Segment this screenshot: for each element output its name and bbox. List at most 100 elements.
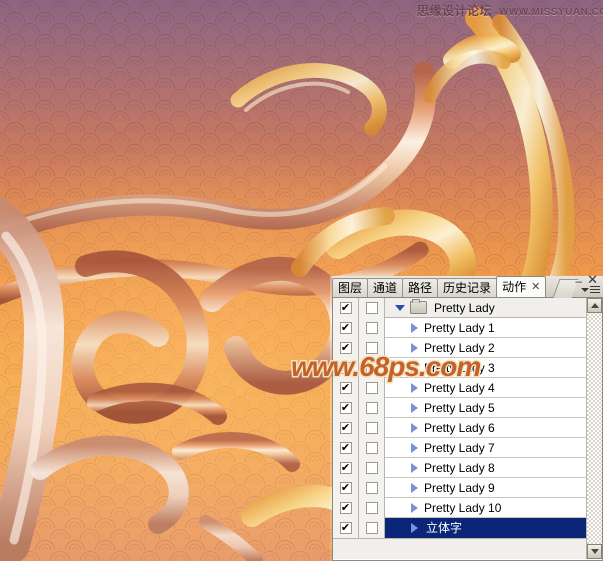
table-row[interactable]: ✔ Pretty Lady 5 — [333, 398, 587, 418]
row-toggle-cell[interactable]: ✔ — [333, 298, 359, 318]
row-dialog-cell[interactable] — [359, 318, 385, 338]
row-name-cell[interactable]: Pretty Lady 7 — [385, 438, 587, 458]
tab-paths[interactable]: 路径 — [402, 278, 439, 297]
row-toggle-cell[interactable]: ✔ — [333, 478, 359, 498]
row-dialog-cell[interactable] — [359, 478, 385, 498]
tab-paths-label: 路径 — [408, 281, 433, 295]
checkbox-toggle[interactable]: ✔ — [339, 482, 352, 494]
table-row[interactable]: ✔ 立体字 — [333, 518, 587, 538]
checkbox-dialog[interactable] — [365, 502, 378, 514]
row-name-cell[interactable]: Pretty Lady 10 — [385, 498, 587, 518]
checkbox-dialog[interactable] — [365, 442, 378, 454]
checkbox-toggle[interactable]: ✔ — [339, 522, 352, 534]
row-label: Pretty Lady 6 — [424, 420, 495, 435]
table-row[interactable]: ✔ Pretty Lady 7 — [333, 438, 587, 458]
row-dialog-cell[interactable] — [359, 418, 385, 438]
table-row[interactable]: ✔ Pretty Lady 8 — [333, 458, 587, 478]
chevron-right-icon[interactable] — [411, 382, 418, 393]
row-label: Pretty Lady 8 — [424, 460, 495, 475]
row-name-cell[interactable]: Pretty Lady 8 — [385, 458, 587, 478]
tab-actions[interactable]: 动作 ✕ — [496, 276, 547, 297]
table-row[interactable]: ✔ Pretty Lady — [333, 298, 587, 318]
checkbox-toggle[interactable]: ✔ — [339, 302, 352, 314]
checkbox-dialog[interactable] — [365, 302, 378, 314]
watermark-top-url: WWW.MISSYUAN.COM — [499, 7, 603, 18]
row-dialog-cell[interactable] — [359, 458, 385, 478]
screenshot-root: 思缘设计论坛 WWW.MISSYUAN.COM www.68ps.com 图层 通… — [0, 0, 603, 561]
row-toggle-cell[interactable]: ✔ — [333, 418, 359, 438]
row-toggle-cell[interactable]: ✔ — [333, 318, 359, 338]
chevron-right-icon[interactable] — [411, 442, 418, 453]
chevron-right-icon[interactable] — [411, 402, 418, 413]
checkbox-toggle[interactable]: ✔ — [339, 502, 352, 514]
actions-panel: 图层 通道 路径 历史记录 动作 ✕ – ✕ ✔ Pretty Lady ✔ P… — [330, 273, 603, 561]
checkbox-dialog[interactable] — [365, 402, 378, 414]
tab-layers[interactable]: 图层 — [332, 278, 369, 297]
row-name-cell[interactable]: Pretty Lady 1 — [385, 318, 587, 338]
row-name-cell[interactable]: Pretty Lady — [385, 298, 587, 318]
checkbox-toggle[interactable]: ✔ — [339, 322, 352, 334]
tab-actions-label: 动作 — [502, 280, 527, 294]
checkbox-dialog[interactable] — [365, 482, 378, 494]
watermark-top: 思缘设计论坛 WWW.MISSYUAN.COM — [417, 2, 603, 19]
row-label: Pretty Lady 4 — [424, 380, 495, 395]
vertical-scrollbar[interactable] — [586, 298, 602, 559]
scroll-up-button[interactable] — [587, 298, 602, 313]
row-label: Pretty Lady 1 — [424, 320, 495, 335]
row-label: Pretty Lady — [434, 300, 495, 315]
checkbox-toggle[interactable]: ✔ — [339, 442, 352, 454]
row-toggle-cell[interactable]: ✔ — [333, 438, 359, 458]
table-row[interactable]: ✔ Pretty Lady 6 — [333, 418, 587, 438]
row-name-cell[interactable]: Pretty Lady 6 — [385, 418, 587, 438]
chevron-right-icon[interactable] — [411, 422, 418, 433]
row-label: Pretty Lady 7 — [424, 440, 495, 455]
row-toggle-cell[interactable]: ✔ — [333, 498, 359, 518]
row-toggle-cell[interactable]: ✔ — [333, 398, 359, 418]
row-name-cell[interactable]: Pretty Lady 9 — [385, 478, 587, 498]
row-dialog-cell[interactable] — [359, 498, 385, 518]
folder-icon — [410, 299, 427, 314]
chevron-right-icon[interactable] — [411, 482, 418, 493]
arrow-up-icon — [590, 303, 599, 308]
table-row[interactable]: ✔ Pretty Lady 10 — [333, 498, 587, 518]
row-dialog-cell[interactable] — [359, 398, 385, 418]
checkbox-dialog[interactable] — [365, 522, 378, 534]
tab-history[interactable]: 历史记录 — [437, 278, 498, 297]
checkbox-dialog[interactable] — [365, 422, 378, 434]
checkbox-toggle[interactable]: ✔ — [339, 422, 352, 434]
checkbox-dialog[interactable] — [365, 462, 378, 474]
tab-history-label: 历史记录 — [443, 281, 492, 295]
row-name-cell[interactable]: 立体字 — [385, 518, 587, 538]
tab-layers-label: 图层 — [338, 281, 363, 295]
table-row[interactable]: ✔ Pretty Lady 9 — [333, 478, 587, 498]
panel-menu-icon[interactable] — [577, 285, 601, 297]
row-dialog-cell[interactable] — [359, 438, 385, 458]
close-icon[interactable]: ✕ — [531, 281, 540, 293]
checkbox-toggle[interactable]: ✔ — [339, 462, 352, 474]
checkbox-toggle[interactable]: ✔ — [339, 382, 352, 394]
chevron-down-icon[interactable] — [395, 304, 405, 311]
row-dialog-cell[interactable] — [359, 518, 385, 538]
chevron-right-icon[interactable] — [411, 462, 418, 473]
actions-row-list: ✔ Pretty Lady ✔ Pretty Lady 1 ✔ Pretty Lady 2… — [333, 298, 587, 559]
table-row[interactable]: ✔ Pretty Lady 1 — [333, 318, 587, 338]
row-toggle-cell[interactable]: ✔ — [333, 518, 359, 538]
row-dialog-cell[interactable] — [359, 298, 385, 318]
row-label: Pretty Lady 9 — [424, 480, 495, 495]
tab-channels[interactable]: 通道 — [367, 278, 404, 297]
scroll-down-button[interactable] — [587, 544, 602, 559]
row-name-cell[interactable]: Pretty Lady 5 — [385, 398, 587, 418]
chevron-right-icon[interactable] — [411, 322, 418, 333]
chevron-right-icon[interactable] — [411, 502, 418, 513]
row-toggle-cell[interactable]: ✔ — [333, 458, 359, 478]
hamburger-icon — [590, 286, 600, 295]
watermark-center: www.68ps.com — [289, 350, 482, 384]
tab-channels-label: 通道 — [373, 281, 398, 295]
checkbox-toggle[interactable]: ✔ — [339, 402, 352, 414]
list-empty-area — [333, 538, 587, 559]
checkbox-dialog[interactable] — [365, 322, 378, 334]
chevron-right-icon[interactable] — [411, 522, 418, 533]
checkbox-dialog[interactable] — [365, 382, 378, 394]
chevron-down-icon — [581, 288, 589, 292]
row-label: Pretty Lady 5 — [424, 400, 495, 415]
